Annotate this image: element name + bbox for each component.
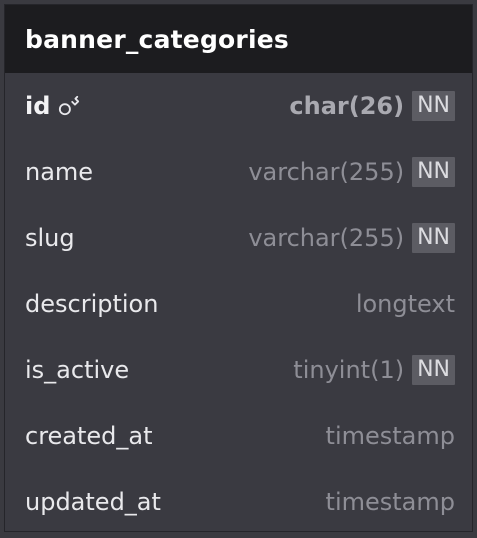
- column-name-cell: description: [25, 290, 158, 318]
- column-row[interactable]: is_active tinyint(1) NN: [5, 337, 472, 403]
- column-name: description: [25, 290, 159, 318]
- column-type-cell: varchar(255) NN: [248, 157, 455, 187]
- column-name: name: [25, 158, 94, 186]
- column-name-cell: name: [25, 158, 93, 186]
- column-row[interactable]: slug varchar(255) NN: [5, 205, 472, 271]
- column-name-cell: id: [25, 92, 80, 120]
- column-type: timestamp: [325, 422, 455, 450]
- column-list: id char(26) NN name varchar(255) NN slug varcha…: [5, 73, 472, 535]
- column-name: id: [25, 92, 51, 120]
- column-type-cell: longtext: [356, 290, 455, 318]
- column-type-cell: varchar(255) NN: [248, 223, 455, 253]
- not-null-badge: NN: [412, 157, 455, 187]
- table-title[interactable]: banner_categories: [5, 5, 472, 73]
- column-name: slug: [25, 224, 75, 252]
- column-row[interactable]: name varchar(255) NN: [5, 139, 472, 205]
- column-type-cell: char(26) NN: [289, 91, 455, 121]
- column-name-cell: created_at: [25, 422, 153, 450]
- column-type: char(26): [289, 92, 405, 120]
- column-type: tinyint(1): [293, 356, 405, 384]
- column-row[interactable]: description longtext: [5, 271, 472, 337]
- key-icon: [58, 95, 80, 117]
- not-null-badge: NN: [412, 223, 455, 253]
- column-type: varchar(255): [248, 224, 405, 252]
- column-name-cell: is_active: [25, 356, 129, 384]
- column-row[interactable]: updated_at timestamp: [5, 469, 472, 535]
- column-type-cell: timestamp: [326, 422, 455, 450]
- column-type-cell: timestamp: [326, 488, 455, 516]
- column-type: longtext: [355, 290, 455, 318]
- not-null-badge: NN: [412, 355, 455, 385]
- column-row[interactable]: id char(26) NN: [5, 73, 472, 139]
- table-card[interactable]: banner_categories id char(26) NN name varcha…: [4, 4, 473, 532]
- column-name-cell: updated_at: [25, 488, 161, 516]
- column-type: varchar(255): [248, 158, 405, 186]
- column-type-cell: tinyint(1) NN: [293, 355, 455, 385]
- column-type: timestamp: [325, 488, 455, 516]
- column-name: updated_at: [25, 488, 161, 516]
- not-null-badge: NN: [412, 91, 455, 121]
- column-name-cell: slug: [25, 224, 75, 252]
- column-name: created_at: [25, 422, 153, 450]
- column-row[interactable]: created_at timestamp: [5, 403, 472, 469]
- column-name: is_active: [25, 356, 130, 384]
